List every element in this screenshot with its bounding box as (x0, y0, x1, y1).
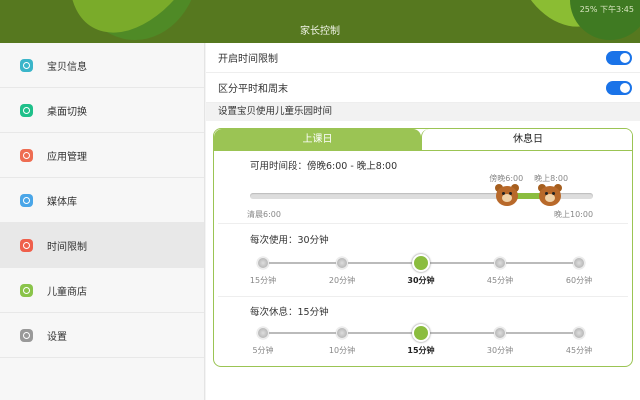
sidebar-item-5[interactable]: 儿童商店 (0, 268, 204, 313)
enable-limit-row: 开启时间限制 (206, 43, 640, 73)
step-node[interactable] (494, 327, 506, 339)
sidebar-item-label: 应用管理 (47, 151, 87, 163)
use-step-slider: 15分钟 20分钟 30分钟 45分钟 60分钟 (214, 254, 632, 294)
tab-rest-day[interactable]: 休息日 (421, 129, 632, 151)
distinguish-row: 区分平时和周末 (206, 73, 640, 103)
sidebar-item-4[interactable]: 时间限制 (0, 223, 204, 268)
media-library-icon (20, 193, 33, 207)
sidebar-item-label: 儿童商店 (47, 286, 87, 298)
use-label: 每次使用：30分钟 (250, 235, 329, 246)
step-label: 45分钟 (486, 276, 514, 285)
divider (218, 296, 628, 297)
range-start-value: 傍晚6:00 (489, 174, 524, 183)
sidebar-item-label: 媒体库 (47, 196, 77, 208)
range-max-label: 晚上10:00 (554, 210, 594, 219)
store-icon (20, 283, 33, 297)
clock-icon (20, 238, 33, 252)
step-label: 60分钟 (565, 276, 593, 285)
step-label: 45分钟 (565, 346, 593, 355)
sidebar-item-label: 桌面切换 (47, 106, 87, 118)
sidebar-item-0[interactable]: 宝贝信息 (0, 43, 204, 88)
header: 25% 下午3:45 家长控制 (0, 0, 640, 43)
step-node[interactable] (573, 257, 585, 269)
step-label: 15分钟 (407, 346, 435, 355)
sidebar-item-6[interactable]: 设置 (0, 313, 204, 358)
status-bar: 25% 下午3:45 (579, 5, 634, 14)
range-end-handle-bear-icon[interactable] (538, 184, 563, 208)
step-label: 30分钟 (407, 276, 435, 285)
sidebar: 宝贝信息桌面切换应用管理媒体库时间限制儿童商店设置 (0, 43, 205, 400)
time-settings-card: 上课日 休息日 可用时间段：傍晚6:00 - 晚上8:00 傍晚6:00 晚上8… (213, 128, 633, 367)
step-node[interactable] (494, 257, 506, 269)
sidebar-item-label: 时间限制 (47, 241, 87, 253)
step-label: 5分钟 (252, 346, 274, 355)
rest-step-slider: 5分钟 10分钟 15分钟 30分钟 45分钟 (214, 324, 632, 364)
page-title: 家长控制 (300, 26, 340, 37)
sidebar-item-label: 设置 (47, 331, 67, 343)
step-node[interactable] (257, 327, 269, 339)
step-node[interactable] (412, 324, 430, 342)
divider (218, 223, 628, 224)
rest-label: 每次休息：15分钟 (250, 307, 329, 318)
step-label: 30分钟 (486, 346, 514, 355)
step-node[interactable] (412, 254, 430, 272)
range-end-value: 晚上8:00 (534, 174, 569, 183)
range-start-handle-bear-icon[interactable] (495, 184, 520, 208)
gear-icon (20, 328, 33, 342)
baby-info-icon (20, 58, 33, 72)
sidebar-item-1[interactable]: 桌面切换 (0, 88, 204, 133)
step-node[interactable] (336, 327, 348, 339)
enable-limit-toggle[interactable] (606, 51, 632, 65)
tab-school-day[interactable]: 上课日 (214, 129, 421, 151)
distinguish-label: 区分平时和周末 (218, 84, 288, 95)
step-label: 15分钟 (249, 276, 277, 285)
desktop-switch-icon (20, 103, 33, 117)
sidebar-item-label: 宝贝信息 (47, 61, 87, 73)
sidebar-item-3[interactable]: 媒体库 (0, 178, 204, 223)
step-node[interactable] (257, 257, 269, 269)
step-label: 20分钟 (328, 276, 356, 285)
range-min-label: 清晨6:00 (247, 210, 281, 219)
range-label: 可用时间段：傍晚6:00 - 晚上8:00 (250, 161, 398, 172)
section-label: 设置宝贝使用儿童乐园时间 (206, 103, 640, 121)
distinguish-toggle[interactable] (606, 81, 632, 95)
sidebar-item-2[interactable]: 应用管理 (0, 133, 204, 178)
step-node[interactable] (573, 327, 585, 339)
app-manage-icon (20, 148, 33, 162)
main-panel: 开启时间限制 区分平时和周末 设置宝贝使用儿童乐园时间 上课日 休息日 可用时间… (206, 43, 640, 400)
step-label: 10分钟 (328, 346, 356, 355)
step-node[interactable] (336, 257, 348, 269)
enable-limit-label: 开启时间限制 (218, 54, 278, 65)
